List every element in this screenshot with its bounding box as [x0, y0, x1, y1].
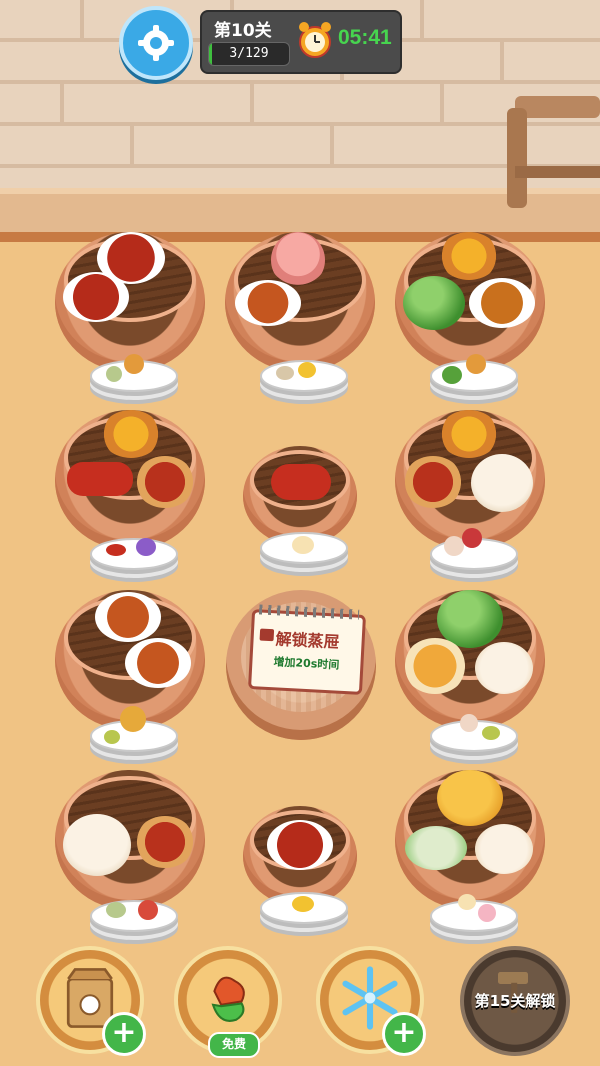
- plate-stack: [430, 714, 518, 752]
- countdown-timer: 05:41: [338, 26, 392, 49]
- bbq-pork-bun[interactable]: [63, 814, 131, 876]
- free-badge: 免费: [208, 1032, 260, 1058]
- bean-soup-bowl[interactable]: [267, 820, 333, 870]
- plate-stack: [90, 538, 178, 570]
- steamer-basket[interactable]: [55, 770, 205, 910]
- plate-stack: [430, 528, 518, 570]
- fried-pastry-plate[interactable]: [125, 638, 191, 688]
- steamed-bun[interactable]: [475, 824, 533, 874]
- egg-tart[interactable]: [101, 410, 161, 458]
- progress-text: 3/129: [229, 46, 269, 61]
- floss-bun[interactable]: [403, 638, 467, 694]
- plate-stack: [260, 532, 348, 564]
- rice-roll[interactable]: [67, 462, 133, 496]
- plate-stack: [90, 706, 178, 752]
- chicken-feet-plate[interactable]: [469, 278, 535, 328]
- steamer-basket[interactable]: [225, 232, 375, 372]
- settings-gear-button[interactable]: [119, 6, 193, 80]
- jam-tart[interactable]: [135, 816, 195, 868]
- add-tool-button[interactable]: +: [382, 1012, 426, 1056]
- gear-icon: [138, 25, 174, 61]
- unlock-title: 解锁蒸屉: [275, 629, 341, 652]
- locked-tool[interactable]: 第15关解锁: [460, 946, 570, 1056]
- shrimp-dumpling[interactable]: [405, 826, 467, 870]
- jam-tart[interactable]: [135, 456, 195, 508]
- rice-roll[interactable]: [271, 464, 331, 500]
- bean-soup-bowl[interactable]: [63, 272, 129, 322]
- add-tool-button[interactable]: +: [102, 1012, 146, 1056]
- steamer-basket[interactable]: [395, 232, 545, 372]
- plate-stack: [260, 892, 348, 924]
- steamer-basket[interactable]: [395, 590, 545, 730]
- egg-tart[interactable]: [439, 232, 499, 280]
- peach-bun[interactable]: [271, 232, 325, 288]
- plate-stack: [90, 900, 178, 932]
- egg-yolk-pastry[interactable]: [437, 770, 503, 826]
- bbq-pork-bun[interactable]: [471, 454, 533, 512]
- chair-decoration: [507, 96, 600, 212]
- steamer-basket[interactable]: [395, 770, 545, 910]
- locked-tool-label: 第15关解锁: [474, 992, 556, 1010]
- steamer-basket[interactable]: [243, 806, 357, 906]
- fried-pastry-plate[interactable]: [95, 592, 161, 642]
- steamer-basket[interactable]: [55, 410, 205, 550]
- level-panel: 第10关 3/129 05:41: [200, 10, 402, 74]
- pepper-icon: [211, 976, 245, 1022]
- level-label: 第10关: [214, 21, 272, 41]
- steamer-basket[interactable]: [243, 446, 357, 546]
- steamer-basket[interactable]: [55, 232, 205, 372]
- plate-stack: [430, 894, 518, 932]
- takeout-bag-tool[interactable]: +: [36, 946, 146, 1056]
- plate-stack: [260, 360, 348, 392]
- jam-tart[interactable]: [403, 456, 463, 508]
- fried-pastry-plate[interactable]: [235, 280, 301, 326]
- plate-stack: [90, 354, 178, 392]
- unlock-steamer-button[interactable]: 解锁蒸屉 增加20s时间: [247, 604, 367, 695]
- progress-bar: 3/129: [208, 42, 290, 66]
- green-rice-ball[interactable]: [403, 276, 465, 330]
- plate-stack: [430, 354, 518, 392]
- egg-tart[interactable]: [439, 410, 499, 458]
- freeze-tool[interactable]: +: [316, 946, 426, 1056]
- alarm-clock-icon: [299, 22, 331, 58]
- steamed-bun[interactable]: [475, 642, 533, 694]
- unlock-subtitle: 增加20s时间: [273, 655, 340, 672]
- pepper-tool[interactable]: 免费: [174, 946, 282, 1058]
